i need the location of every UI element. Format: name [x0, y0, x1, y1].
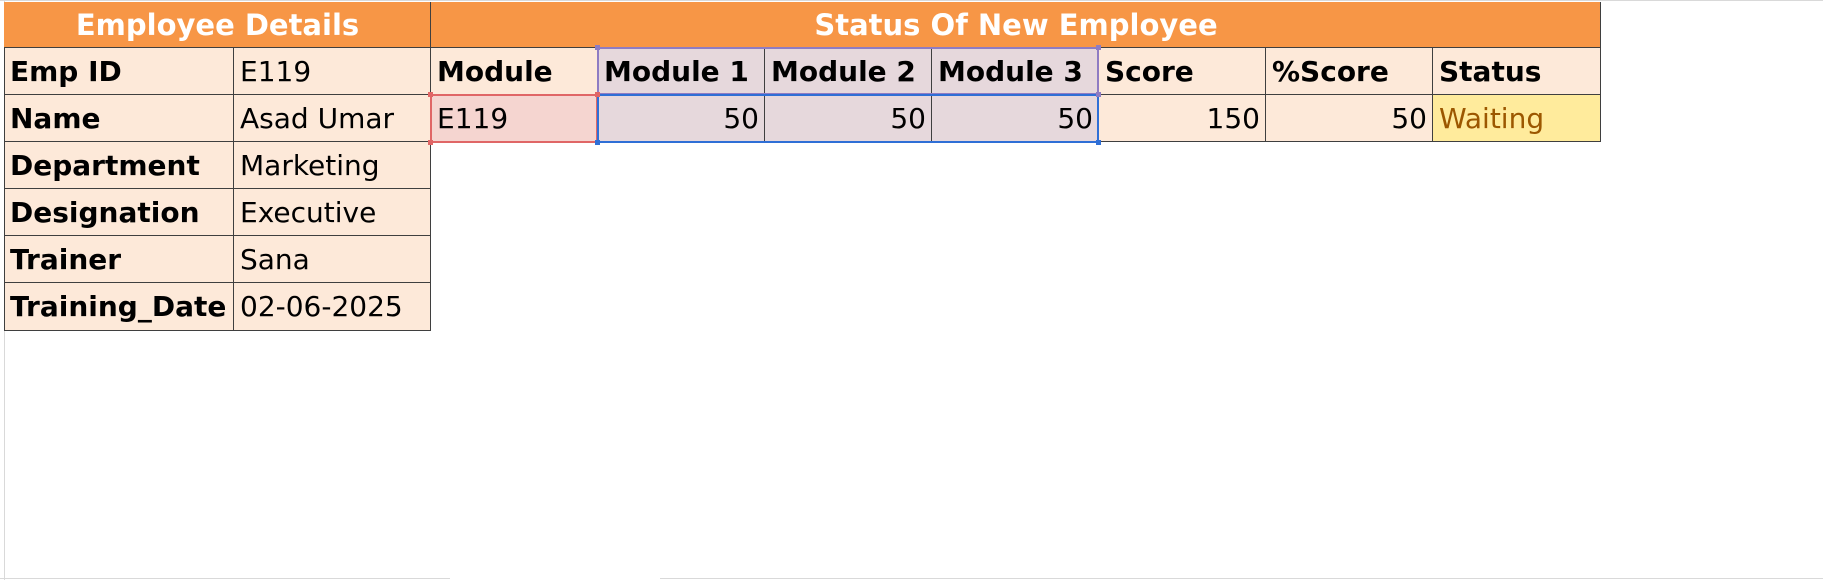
employee-details-header[interactable]: Employee Details [4, 2, 431, 48]
department-label[interactable]: Department [4, 142, 234, 189]
column-header-module-1[interactable]: Module 1 [598, 48, 765, 95]
name-value[interactable]: Asad Umar [234, 95, 431, 142]
training-date-label[interactable]: Training_Date [4, 283, 234, 330]
column-header-module-2[interactable]: Module 2 [765, 48, 932, 95]
designation-label[interactable]: Designation [4, 189, 234, 236]
column-header-score[interactable]: Score [1099, 48, 1266, 95]
module-cell[interactable]: E119 [431, 95, 598, 142]
module-2-cell[interactable]: 50 [765, 95, 932, 142]
department-value[interactable]: Marketing [234, 142, 431, 189]
column-header-module[interactable]: Module [431, 48, 598, 95]
column-header-pct-score[interactable]: %Score [1266, 48, 1433, 95]
pct-score-cell[interactable]: 50 [1266, 95, 1433, 142]
trainer-label[interactable]: Trainer [4, 236, 234, 283]
module-1-cell[interactable]: 50 [598, 95, 765, 142]
status-header[interactable]: Status Of New Employee [431, 2, 1601, 48]
column-header-status[interactable]: Status [1433, 48, 1601, 95]
module-3-cell[interactable]: 50 [932, 95, 1099, 142]
column-header-module-3[interactable]: Module 3 [932, 48, 1099, 95]
emp-id-label[interactable]: Emp ID [4, 48, 234, 95]
emp-id-value[interactable]: E119 [234, 48, 431, 95]
status-cell[interactable]: Waiting [1433, 95, 1601, 142]
name-label[interactable]: Name [4, 95, 234, 142]
score-cell[interactable]: 150 [1099, 95, 1266, 142]
training-date-value[interactable]: 02-06-2025 [234, 283, 431, 330]
designation-value[interactable]: Executive [234, 189, 431, 236]
trainer-value[interactable]: Sana [234, 236, 431, 283]
